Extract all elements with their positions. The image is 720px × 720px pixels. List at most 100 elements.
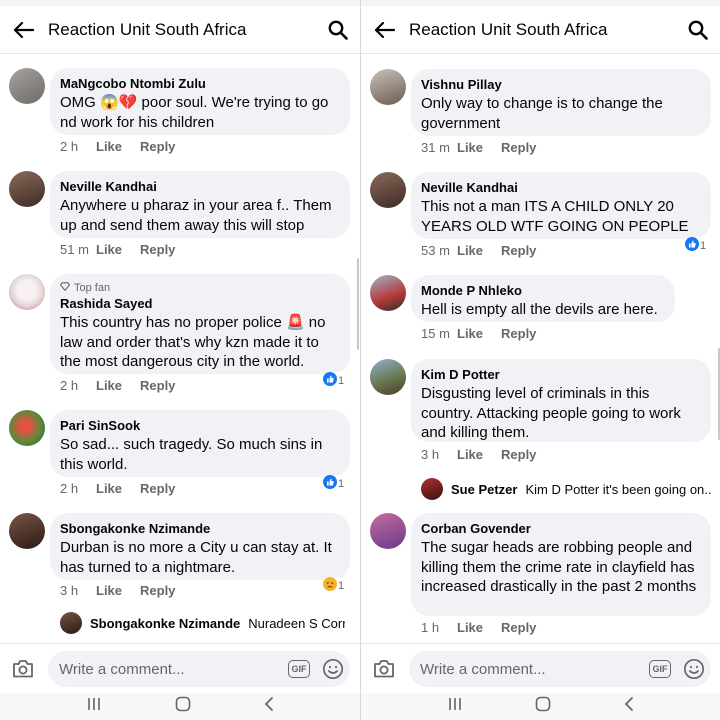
like-reaction-icon bbox=[685, 237, 699, 254]
comment-timestamp: 51 m bbox=[60, 242, 89, 257]
recent-apps-icon[interactable] bbox=[86, 697, 102, 716]
reply-snippet: Kim D Potter it's been going on... bbox=[525, 481, 711, 497]
gif-icon[interactable]: GIF bbox=[288, 660, 310, 678]
comment-timestamp: 3 h bbox=[421, 447, 440, 462]
comment-actions: 1 h Like Reply bbox=[421, 620, 536, 635]
comment-input[interactable]: Write a comment... GIF bbox=[48, 651, 350, 687]
scream-emoji: 😱 bbox=[100, 94, 119, 111]
reply-button[interactable]: Reply bbox=[140, 481, 175, 496]
commenter-name[interactable]: Kim D Potter bbox=[421, 366, 701, 384]
emoji-icon[interactable] bbox=[322, 658, 344, 680]
like-button[interactable]: Like bbox=[457, 326, 483, 341]
page-title: Reaction Unit South Africa bbox=[409, 19, 608, 39]
like-button[interactable]: Like bbox=[457, 447, 483, 462]
comment-timestamp: 2 h bbox=[60, 139, 79, 154]
comment-timestamp: 15 m bbox=[421, 326, 450, 341]
back-arrow-icon[interactable] bbox=[361, 6, 409, 54]
commenter-name[interactable]: Vishnu Pillay bbox=[421, 76, 701, 94]
search-icon[interactable] bbox=[316, 6, 360, 54]
reaction-summary[interactable]: 1 bbox=[683, 237, 709, 254]
commenter-name[interactable]: Monde P Nhleko bbox=[421, 282, 665, 300]
reaction-summary[interactable]: 1 bbox=[321, 577, 347, 594]
camera-icon[interactable] bbox=[361, 644, 407, 694]
comment-timestamp: 3 h bbox=[60, 583, 79, 598]
comment-bubble: Pari SinSook So sad... such tragedy. So … bbox=[50, 410, 350, 477]
like-button[interactable]: Like bbox=[96, 139, 122, 154]
like-button[interactable]: Like bbox=[457, 140, 483, 155]
comment-timestamp: 2 h bbox=[60, 481, 79, 496]
like-button[interactable]: Like bbox=[96, 481, 122, 496]
reply-preview[interactable]: Sue Petzer Kim D Potter it's been going … bbox=[421, 478, 711, 500]
comment-actions: 2 h Like Reply bbox=[60, 481, 175, 496]
scrollbar-thumb[interactable] bbox=[357, 258, 359, 350]
reaction-summary[interactable]: 1 bbox=[321, 372, 347, 389]
comment-timestamp: 31 m bbox=[421, 140, 450, 155]
search-icon[interactable] bbox=[676, 6, 720, 54]
nav-back-icon[interactable] bbox=[624, 696, 634, 717]
system-navigation-bar bbox=[0, 693, 360, 720]
screenshot-panel-right: Reaction Unit South Africa Vishnu Pillay… bbox=[360, 0, 720, 720]
comment-text: Anywhere u pharaz in your area f.. Them … bbox=[60, 197, 332, 234]
commenter-name[interactable]: Neville Kandhai bbox=[60, 178, 340, 196]
avatar[interactable] bbox=[9, 171, 45, 207]
top-app-bar: Reaction Unit South Africa bbox=[0, 6, 360, 54]
recent-apps-icon[interactable] bbox=[447, 697, 463, 716]
comment-bubble: Sbongakonke Nzimande Durban is no more a… bbox=[50, 513, 350, 580]
reply-button[interactable]: Reply bbox=[501, 447, 536, 462]
back-arrow-icon[interactable] bbox=[0, 6, 48, 54]
avatar[interactable] bbox=[370, 275, 406, 311]
comment-bubble: Neville Kandhai This not a man ITS A CHI… bbox=[411, 172, 711, 239]
like-button[interactable]: Like bbox=[96, 378, 122, 393]
reply-button[interactable]: Reply bbox=[501, 243, 536, 258]
home-icon[interactable] bbox=[175, 696, 191, 717]
reply-button[interactable]: Reply bbox=[501, 326, 536, 341]
avatar[interactable] bbox=[9, 513, 45, 549]
comment-text: So sad... such tragedy. So much sins in … bbox=[60, 436, 323, 473]
comment-text: Durban is no more a City u can stay at. … bbox=[60, 539, 332, 576]
avatar[interactable] bbox=[370, 359, 406, 395]
comment-text: This country has no proper police 🚨 no l… bbox=[60, 313, 340, 372]
like-reaction-icon bbox=[323, 475, 337, 492]
commenter-name[interactable]: Sbongakonke Nzimande bbox=[60, 520, 340, 538]
reaction-summary[interactable]: 1 bbox=[321, 475, 347, 492]
reply-button[interactable]: Reply bbox=[140, 583, 175, 598]
reply-button[interactable]: Reply bbox=[501, 620, 536, 635]
top-app-bar: Reaction Unit South Africa bbox=[361, 6, 720, 54]
avatar[interactable] bbox=[370, 69, 406, 105]
like-button[interactable]: Like bbox=[457, 620, 483, 635]
diamond-icon bbox=[59, 281, 71, 295]
reply-button[interactable]: Reply bbox=[140, 378, 175, 393]
avatar[interactable] bbox=[9, 410, 45, 446]
camera-icon[interactable] bbox=[0, 644, 46, 694]
commenter-name[interactable]: Pari SinSook bbox=[60, 417, 340, 435]
reply-button[interactable]: Reply bbox=[140, 139, 175, 154]
comment-text: Hell is empty all the devils are here. bbox=[421, 301, 658, 318]
reply-button[interactable]: Reply bbox=[501, 140, 536, 155]
commenter-name[interactable]: Neville Kandhai bbox=[421, 179, 701, 197]
avatar[interactable] bbox=[370, 172, 406, 208]
avatar bbox=[60, 612, 82, 634]
reaction-count: 1 bbox=[700, 239, 707, 252]
like-button[interactable]: Like bbox=[96, 583, 122, 598]
nav-back-icon[interactable] bbox=[264, 696, 274, 717]
comment-actions: 2 h Like Reply bbox=[60, 378, 175, 393]
commenter-name[interactable]: Rashida Sayed bbox=[60, 295, 340, 313]
home-icon[interactable] bbox=[535, 696, 551, 717]
avatar[interactable] bbox=[370, 513, 406, 549]
gif-icon[interactable]: GIF bbox=[649, 660, 671, 678]
reply-preview[interactable]: Sbongakonke Nzimande Nuradeen S Corr... bbox=[60, 612, 345, 634]
commenter-name[interactable]: Corban Govender bbox=[421, 520, 701, 538]
comment-bubble: MaNgcobo Ntombi Zulu OMG 😱💔 poor soul. W… bbox=[50, 68, 350, 135]
comment-input-placeholder: Write a comment... bbox=[59, 660, 185, 678]
like-button[interactable]: Like bbox=[96, 242, 122, 257]
comment-input[interactable]: Write a comment... GIF bbox=[409, 651, 711, 687]
reply-button[interactable]: Reply bbox=[140, 242, 175, 257]
commenter-name[interactable]: MaNgcobo Ntombi Zulu bbox=[60, 75, 340, 93]
avatar[interactable] bbox=[9, 274, 45, 310]
comment-input-placeholder: Write a comment... bbox=[420, 660, 546, 678]
avatar[interactable] bbox=[9, 68, 45, 104]
reaction-count: 1 bbox=[338, 579, 345, 592]
comment-text: This not a man ITS A CHILD ONLY 20 YEARS… bbox=[421, 198, 689, 235]
like-button[interactable]: Like bbox=[457, 243, 483, 258]
emoji-icon[interactable] bbox=[683, 658, 705, 680]
